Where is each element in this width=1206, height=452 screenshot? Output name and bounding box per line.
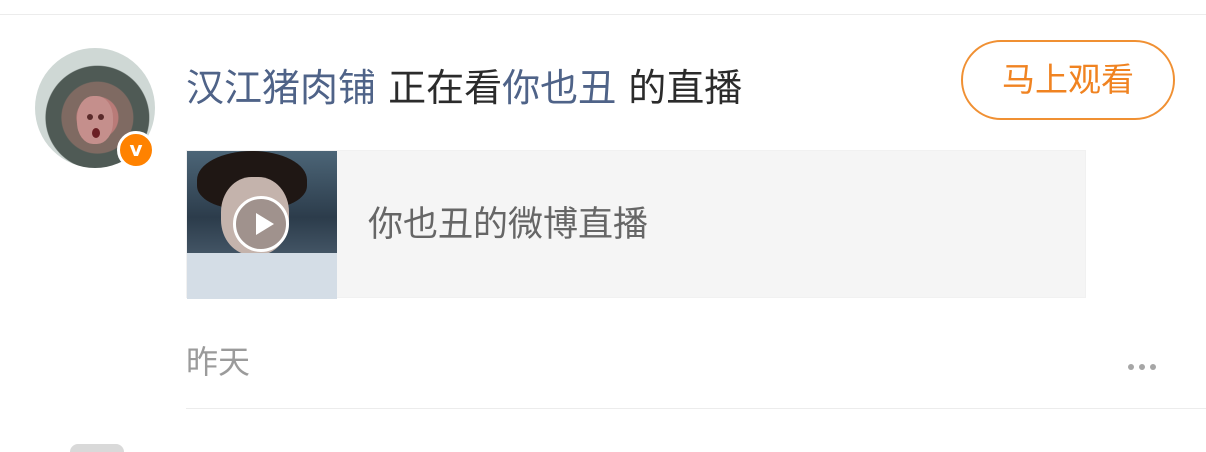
avatar-right-eye	[98, 114, 104, 120]
avatar-left-eye	[87, 114, 93, 120]
activity-suffix: 的直播	[628, 66, 743, 110]
activity-action: 正在看	[388, 66, 503, 110]
post-time: 昨天	[186, 343, 251, 381]
more-dots-icon[interactable]	[1128, 352, 1168, 372]
thumbnail-shirt	[187, 253, 337, 299]
avatar-mouth	[92, 128, 100, 138]
next-avatar-edge	[70, 444, 124, 452]
target-name-link[interactable]: 你也丑	[502, 66, 616, 110]
live-stream-card[interactable]: 你也丑的微博直播	[186, 150, 1086, 299]
watch-now-button[interactable]: 马上观看	[961, 40, 1175, 120]
top-divider	[0, 14, 1206, 15]
more-dot-1	[1128, 364, 1134, 370]
more-dot-2	[1139, 364, 1145, 370]
activity-headline: 汉江猪肉铺 正在看你也丑 的直播	[186, 58, 742, 118]
play-icon[interactable]	[233, 196, 289, 252]
more-dot-3	[1150, 364, 1156, 370]
bottom-divider	[186, 408, 1206, 409]
live-card-title[interactable]: 你也丑的微博直播	[368, 201, 648, 249]
live-thumbnail[interactable]	[187, 151, 337, 299]
verified-v-icon: v	[117, 131, 155, 169]
user-name-link[interactable]: 汉江猪肉铺	[186, 66, 376, 110]
